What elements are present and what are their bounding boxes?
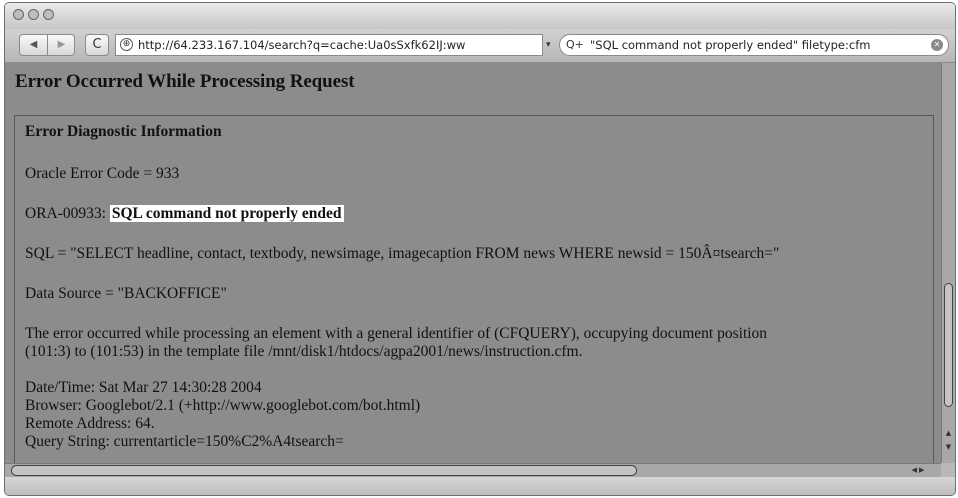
- error-location-line-2: (101:3) to (101:53) in the template file…: [25, 343, 583, 360]
- remote-address: Remote Address: 64.: [25, 415, 155, 432]
- resize-corner[interactable]: [941, 463, 955, 477]
- diagnostic-box: Error Diagnostic Information Oracle Erro…: [14, 115, 934, 463]
- address-bar[interactable]: ⊕ http://64.233.167.104/search?q=cache:U…: [115, 34, 543, 56]
- vertical-scroll-thumb[interactable]: [944, 283, 953, 407]
- ora-error-line: ORA-00933: SQL command not properly ende…: [25, 205, 344, 223]
- forward-arrow-icon[interactable]: ▶: [47, 35, 75, 55]
- diagnostic-heading: Error Diagnostic Information: [25, 123, 222, 140]
- search-clear-icon[interactable]: ✕: [931, 39, 943, 51]
- back-arrow-icon[interactable]: ◀: [20, 35, 47, 55]
- oracle-error-code: Oracle Error Code = 933: [25, 165, 180, 182]
- browser-window: ◀ ▶ C ⊕ http://64.233.167.104/search?q=c…: [4, 2, 956, 496]
- minimize-window-button[interactable]: [28, 9, 39, 20]
- scroll-right-icon[interactable]: ▶: [919, 466, 926, 474]
- status-bar: [5, 477, 955, 495]
- url-dropdown-icon[interactable]: ▾: [546, 34, 556, 56]
- vertical-scrollbar[interactable]: ▲ ▼: [941, 63, 955, 463]
- browser-toolbar: ◀ ▶ C ⊕ http://64.233.167.104/search?q=c…: [5, 29, 955, 63]
- page-title: Error Occurred While Processing Request: [15, 71, 355, 92]
- scroll-down-icon[interactable]: ▼: [943, 441, 954, 453]
- ora-error-prefix: ORA-00933:: [25, 205, 106, 222]
- scroll-up-icon[interactable]: ▲: [943, 427, 954, 439]
- search-field[interactable]: Q+ "SQL command not properly ended" file…: [559, 34, 949, 56]
- search-query[interactable]: "SQL command not properly ended" filetyp…: [590, 35, 870, 55]
- url-text[interactable]: http://64.233.167.104/search?q=cache:Ua0…: [138, 35, 465, 55]
- reload-icon[interactable]: C: [85, 34, 109, 56]
- search-icon[interactable]: Q+: [566, 35, 584, 55]
- ora-error-message: SQL command not properly ended: [109, 205, 344, 222]
- scroll-left-icon[interactable]: ◀: [912, 466, 919, 474]
- datetime: Date/Time: Sat Mar 27 14:30:28 2004: [25, 379, 262, 396]
- zoom-window-button[interactable]: [43, 9, 54, 20]
- error-location-line-1: The error occurred while processing an e…: [25, 325, 768, 342]
- horizontal-scroll-arrows: ◀▶: [901, 464, 937, 477]
- globe-icon: ⊕: [120, 38, 133, 51]
- close-window-button[interactable]: [13, 9, 24, 20]
- title-bar[interactable]: [5, 3, 955, 29]
- sql-statement: SQL = "SELECT headline, contact, textbod…: [25, 245, 780, 262]
- page-content: Error Occurred While Processing Request …: [5, 63, 941, 463]
- data-source: Data Source = "BACKOFFICE": [25, 285, 227, 302]
- query-string: Query String: currentarticle=150%C2%A4ts…: [25, 433, 344, 450]
- horizontal-scrollbar[interactable]: ◀▶: [5, 463, 941, 477]
- nav-buttons: ◀ ▶: [19, 34, 75, 56]
- browser-agent: Browser: Googlebot/2.1 (+http://www.goog…: [25, 397, 421, 414]
- horizontal-scroll-thumb[interactable]: [11, 465, 637, 476]
